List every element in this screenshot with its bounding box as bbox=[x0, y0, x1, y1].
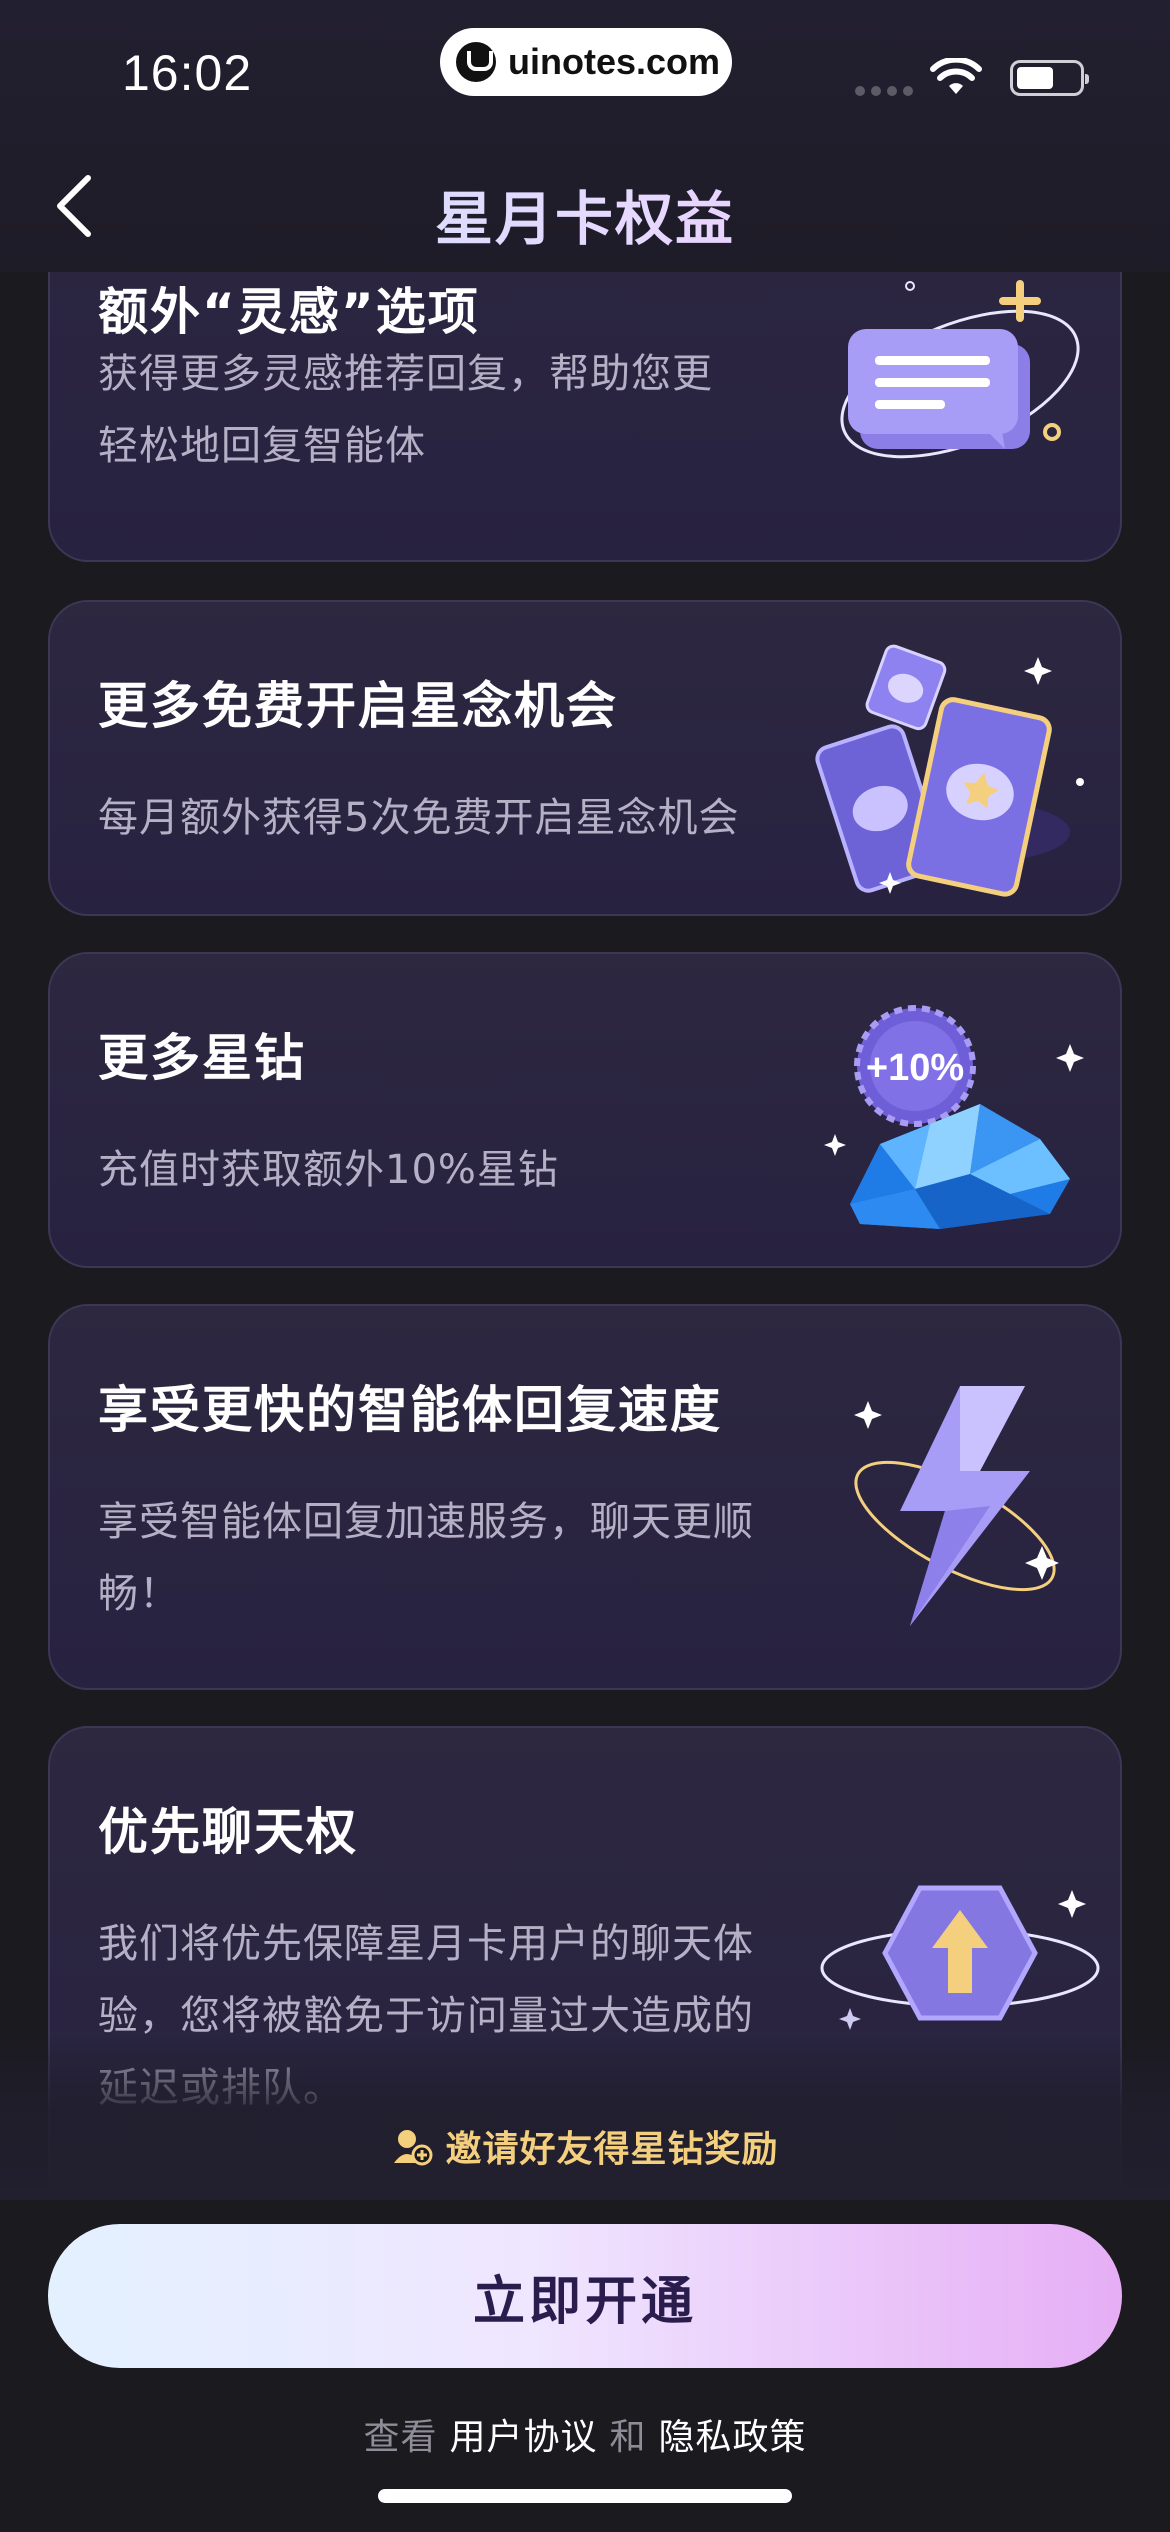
invite-friends-icon bbox=[394, 2130, 433, 2166]
benefits-list[interactable]: 额外“灵感”选项 获得更多灵感推荐回复，帮助您更轻松地回复智能体 更多免费开启星… bbox=[0, 272, 1170, 2200]
benefit-desc: 享受智能体回复加速服务，聊天更顺畅！ bbox=[98, 1499, 754, 1617]
benefit-desc: 每月额外获得5次免费开启星念机会 bbox=[98, 795, 740, 841]
invite-label: 邀请好友得星钻奖励 bbox=[445, 2129, 779, 2170]
benefit-title: 享受更快的智能体回复速度 bbox=[98, 1381, 722, 1439]
agreement-and: 和 bbox=[609, 2417, 647, 2458]
agreement-prefix: 查看 bbox=[363, 2417, 438, 2458]
benefit-card-inspiration: 额外“灵感”选项 获得更多灵感推荐回复，帮助您更轻松地回复智能体 bbox=[48, 272, 1122, 562]
lightning-icon bbox=[854, 1386, 1059, 1626]
invite-friends-link[interactable]: 邀请好友得星钻奖励 bbox=[0, 2120, 1170, 2172]
benefit-card-faster-reply: 享受更快的智能体回复速度 享受智能体回复加速服务，聊天更顺畅！ bbox=[48, 1304, 1122, 1690]
benefit-title: 优先聊天权 bbox=[98, 1803, 358, 1861]
percent-badge: +10% bbox=[866, 1047, 964, 1089]
agreement-row: 查看 用户协议 和 隐私政策 bbox=[0, 2408, 1170, 2460]
chat-bubbles-icon bbox=[840, 280, 1080, 459]
benefit-title: 更多星钻 bbox=[98, 1029, 306, 1087]
top-bar: 16:02 uinotes.com 星月卡权益 bbox=[0, 0, 1170, 272]
cards-icon bbox=[815, 644, 1084, 897]
bottom-bar: 立即开通 查看 用户协议 和 隐私政策 bbox=[0, 2200, 1170, 2532]
diamond-pile-icon: +10% bbox=[824, 1005, 1084, 1229]
site-logo-icon bbox=[456, 42, 496, 82]
benefit-card-free-opens: 更多免费开启星念机会 每月额外获得5次免费开启星念机会 bbox=[48, 600, 1122, 916]
benefit-card-diamonds: 更多星钻 充值时获取额外10%星钻 +10% bbox=[48, 952, 1122, 1268]
scroll-fade bbox=[0, 2032, 1170, 2200]
page-title: 星月卡权益 bbox=[0, 172, 1170, 256]
wifi-icon bbox=[930, 58, 982, 94]
status-time: 16:02 bbox=[122, 45, 253, 101]
url-pill[interactable]: uinotes.com bbox=[440, 28, 732, 96]
benefit-title: 额外“灵感”选项 bbox=[98, 283, 480, 341]
privacy-policy-link[interactable]: 隐私政策 bbox=[659, 2408, 807, 2460]
url-text: uinotes.com bbox=[508, 41, 721, 82]
benefit-desc: 充值时获取额外10%星钻 bbox=[98, 1147, 559, 1193]
benefit-title: 更多免费开启星念机会 bbox=[98, 677, 618, 735]
home-indicator bbox=[378, 2489, 792, 2503]
signal-icon bbox=[855, 86, 913, 96]
benefit-desc: 获得更多灵感推荐回复，帮助您更轻松地回复智能体 bbox=[98, 351, 713, 469]
battery-icon bbox=[1010, 60, 1089, 96]
user-agreement-link[interactable]: 用户协议 bbox=[449, 2408, 597, 2460]
activate-now-button[interactable]: 立即开通 bbox=[48, 2224, 1122, 2368]
